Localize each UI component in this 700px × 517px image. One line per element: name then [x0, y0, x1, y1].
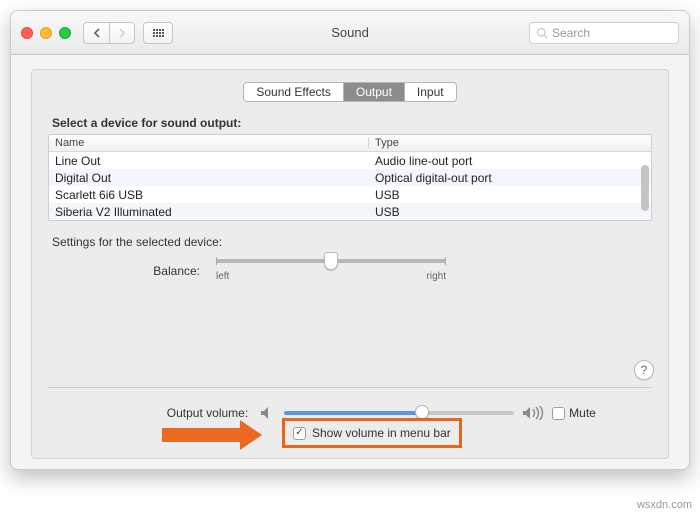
zoom-button[interactable]	[59, 27, 71, 39]
table-row[interactable]: Digital Out Optical digital-out port	[49, 169, 651, 186]
grid-icon	[153, 29, 164, 37]
watermark: wsxdn.com	[637, 499, 692, 511]
annotation-arrow	[162, 420, 270, 450]
search-input[interactable]: Search	[529, 22, 679, 44]
selected-device-settings-label: Settings for the selected device:	[52, 235, 652, 249]
tab-input[interactable]: Input	[405, 83, 456, 101]
minimize-button[interactable]	[40, 27, 52, 39]
tab-sound-effects[interactable]: Sound Effects	[244, 83, 344, 101]
column-header-name[interactable]: Name	[49, 137, 369, 149]
mute-checkbox[interactable]: Mute	[552, 406, 596, 420]
show-volume-menubar-checkbox[interactable]: Show volume in menu bar	[282, 418, 462, 448]
search-icon	[536, 27, 548, 39]
output-volume-slider[interactable]	[284, 411, 514, 415]
column-header-type[interactable]: Type	[369, 137, 651, 149]
search-placeholder: Search	[552, 26, 590, 40]
balance-label: Balance:	[96, 264, 216, 278]
speaker-low-icon	[260, 406, 276, 420]
table-row[interactable]: Line Out Audio line-out port	[49, 152, 651, 169]
output-volume-label: Output volume:	[104, 406, 252, 420]
close-button[interactable]	[21, 27, 33, 39]
balance-thumb[interactable]	[324, 252, 338, 270]
show-all-button[interactable]	[143, 22, 173, 44]
mute-label: Mute	[569, 406, 596, 420]
help-button[interactable]: ?	[634, 360, 654, 380]
window-toolbar: Sound Search	[11, 11, 689, 55]
device-select-label: Select a device for sound output:	[52, 116, 652, 130]
speaker-high-icon	[522, 406, 544, 420]
chevron-left-icon	[93, 28, 101, 38]
checkbox-icon	[552, 407, 565, 420]
chevron-right-icon	[118, 28, 126, 38]
sound-preferences-window: Sound Search Sound Effects Output Input …	[10, 10, 690, 470]
table-row[interactable]: Siberia V2 Illuminated USB	[49, 203, 651, 220]
tab-output[interactable]: Output	[344, 83, 405, 101]
balance-left-label: left	[216, 271, 229, 282]
checkbox-checked-icon	[293, 427, 306, 440]
nav-group	[83, 22, 135, 44]
scrollbar-thumb[interactable]	[641, 165, 649, 211]
balance-slider[interactable]: left right	[216, 259, 446, 282]
volume-thumb[interactable]	[415, 405, 429, 419]
balance-right-label: right	[427, 271, 446, 282]
divider	[48, 387, 652, 388]
back-button[interactable]	[83, 22, 109, 44]
tab-bar: Sound Effects Output Input	[48, 82, 652, 102]
table-row[interactable]: Scarlett 6i6 USB USB	[49, 186, 651, 203]
balance-row: Balance: left right	[96, 259, 640, 282]
window-controls	[21, 27, 71, 39]
forward-button[interactable]	[109, 22, 135, 44]
content-panel: Sound Effects Output Input Select a devi…	[31, 69, 669, 459]
devices-table: Name Type Line Out Audio line-out port D…	[48, 134, 652, 221]
show-volume-label: Show volume in menu bar	[312, 426, 451, 440]
